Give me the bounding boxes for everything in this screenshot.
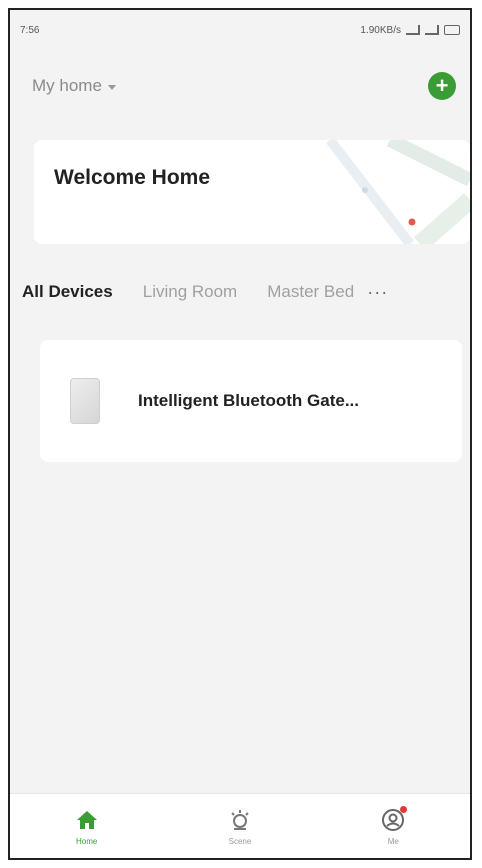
welcome-title: Welcome Home	[54, 166, 210, 189]
nav-me-label: Me	[387, 836, 399, 846]
tab-master-bedroom[interactable]: Master Bedroom	[267, 282, 355, 302]
status-bar: 7:56 1.90KB/s	[10, 10, 470, 50]
battery-icon	[444, 25, 460, 35]
tab-living-room[interactable]: Living Room	[143, 282, 238, 302]
nav-scene-label: Scene	[228, 836, 252, 846]
home-icon	[76, 810, 97, 829]
chevron-down-icon	[107, 84, 116, 90]
welcome-banner: Welcome Home	[34, 140, 470, 244]
nav-me[interactable]: Me	[343, 805, 443, 846]
add-device-button[interactable]: +	[428, 72, 456, 100]
plus-icon: +	[435, 73, 449, 98]
signal-icon	[406, 25, 420, 35]
room-tabs: All Devices Living Room Master Bedroom ·…	[10, 272, 470, 312]
phone-screen: 7:56 1.90KB/s My home + Welcome Home All…	[8, 8, 472, 860]
scene-icon	[231, 809, 249, 830]
status-icons: 1.90KB/s	[360, 25, 460, 36]
profile-icon-wrapper	[380, 805, 408, 833]
home-selector[interactable]: My home	[32, 76, 116, 96]
tab-all-devices[interactable]: All Devices	[22, 282, 113, 302]
bottom-nav: Home Scene Me	[10, 793, 470, 858]
device-card[interactable]: Intelligent Bluetooth Gate...	[40, 340, 462, 462]
signal-icon-2	[425, 25, 439, 35]
network-speed: 1.90KB/s	[360, 24, 401, 36]
device-name: Intelligent Bluetooth Gate...	[138, 391, 359, 410]
status-time: 7:56	[20, 24, 40, 36]
nav-home[interactable]: Home	[37, 807, 137, 846]
notification-badge	[400, 805, 408, 813]
nav-home-label: Home	[75, 836, 98, 846]
map-illustration	[270, 140, 470, 244]
more-rooms-button[interactable]: ···	[367, 282, 388, 303]
nav-scene[interactable]: Scene	[190, 807, 290, 846]
home-header: My home +	[10, 66, 470, 106]
home-name: My home	[32, 76, 102, 95]
gateway-device-icon	[70, 378, 100, 424]
